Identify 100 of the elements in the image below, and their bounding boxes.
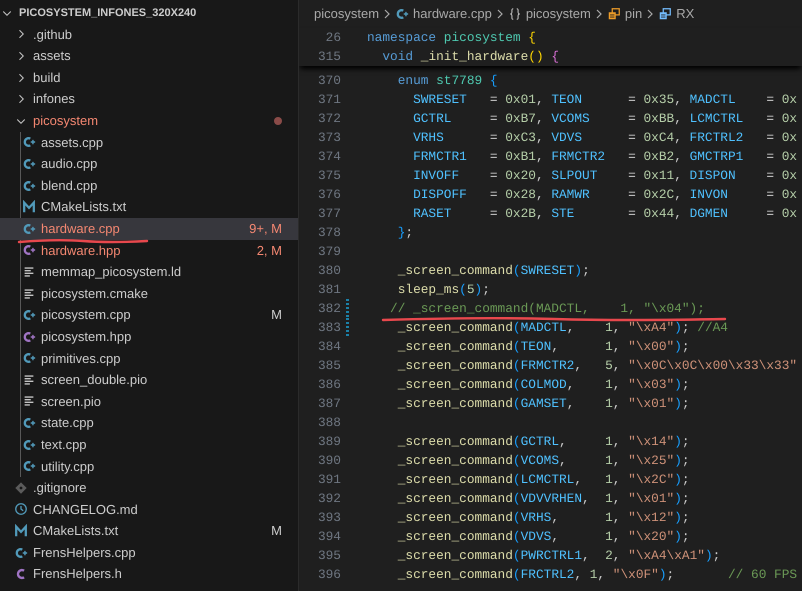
code-line: FRMCTR1 = 0xB1, FRMCTR2 = 0xB2, GMCTRP1 = 0x xyxy=(412,148,798,166)
diamond-icon xyxy=(14,480,28,495)
file-item[interactable]: picosystem.hpp xyxy=(0,326,298,348)
file-item[interactable]: CMakeLists.txt M xyxy=(0,520,298,542)
line-number: 383 xyxy=(316,318,341,337)
code-line: SWRESET = 0x01, TEON = 0x35, MADCTL = 0x xyxy=(412,90,798,109)
file-item[interactable]: state.cpp xyxy=(0,412,298,434)
code-line: _screen_command(PWRCTRL1, 2, "\xA4\xA1"); xyxy=(396,546,720,565)
line-number: 388 xyxy=(316,414,341,432)
code-line: _screen_command(FRCTRL2, 1, "\x0F"); // 60 FPS xyxy=(396,566,798,584)
line-number: 378 xyxy=(316,224,341,242)
line-number: 391 xyxy=(316,470,341,489)
breadcrumb-item[interactable]: pin xyxy=(606,4,642,24)
line-number: 384 xyxy=(316,338,341,356)
line-number: 389 xyxy=(316,432,341,451)
braces-icon xyxy=(508,7,522,21)
c-plus-icon xyxy=(22,178,36,193)
c-plus-icon xyxy=(22,156,36,171)
breadcrumb-item[interactable]: hardware.cpp xyxy=(395,4,492,24)
folder-item[interactable]: .github xyxy=(0,24,298,46)
c-plus-icon xyxy=(14,546,28,560)
line-number: 396 xyxy=(316,566,341,584)
file-item[interactable]: CMakeLists.txt xyxy=(0,196,298,218)
line-number: 379 xyxy=(316,242,341,261)
file-item[interactable]: memmap_picosystem.ld xyxy=(0,261,298,283)
c-plus-icon xyxy=(22,308,36,322)
file-item[interactable]: FrensHelpers.cpp xyxy=(0,542,298,564)
code-line: void _init_hardware() { xyxy=(381,48,559,66)
code-line: _screen_command(TEON, 1, "\x00"); xyxy=(396,338,690,356)
code-line: DISPOFF = 0x28, RAMWR = 0x2C, INVON = 0x xyxy=(412,186,798,204)
stacked-squares-icon xyxy=(658,7,672,21)
file-item[interactable]: .gitignore xyxy=(0,477,298,499)
chevron-icon xyxy=(494,8,505,20)
line-number: 393 xyxy=(316,508,341,527)
status-label: 9+, M xyxy=(248,220,282,238)
lines-icon xyxy=(22,286,36,301)
folder-item[interactable]: picosystem xyxy=(0,110,298,132)
c-plus-icon xyxy=(22,135,36,150)
code-line: VRHS = 0xC3, VDVS = 0xC4, FRCTRL2 = 0x xyxy=(412,128,798,147)
code-line: RASET = 0x2B, STE = 0x44, DGMEN = 0x xyxy=(412,204,798,223)
file-item[interactable]: screen_double.pio xyxy=(0,369,298,391)
code-line: INVOFF = 0x20, SLPOUT = 0x11, DISPON = 0x xyxy=(412,166,798,185)
c-plus-icon xyxy=(22,416,36,430)
file-item[interactable]: blend.cpp xyxy=(0,174,298,196)
chevron-icon xyxy=(382,8,392,20)
folder-item[interactable]: build xyxy=(0,66,298,88)
c-plus-icon xyxy=(22,222,36,236)
lines-icon xyxy=(22,372,36,387)
code-line: _screen_command(VRHS, 1, "\x12"); xyxy=(396,508,690,527)
line-number: 315 xyxy=(316,48,341,66)
status-label: M xyxy=(270,522,282,540)
line-number: 376 xyxy=(316,186,341,204)
code-line: _screen_command(MADCTL, 1, "\xA4"); //A4 xyxy=(396,318,728,337)
code-line: _screen_command(GAMSET, 1, "\x01"); xyxy=(396,394,690,413)
code-line: sleep_ms(5); xyxy=(396,280,490,299)
folder-item[interactable]: assets xyxy=(0,45,298,67)
line-number: 375 xyxy=(316,166,341,185)
file-item[interactable]: picosystem.cpp M xyxy=(0,304,298,326)
file-item[interactable]: screen.pio xyxy=(0,390,298,412)
file-item[interactable]: CHANGELOG.md xyxy=(0,498,298,520)
line-number: 372 xyxy=(316,110,341,128)
breadcrumb-item[interactable]: picosystem xyxy=(508,4,591,24)
c-plus-icon xyxy=(22,330,36,344)
line-number: 382 xyxy=(316,300,341,318)
breadcrumb-item[interactable]: RX xyxy=(658,4,694,24)
folder-item[interactable]: infones xyxy=(0,88,298,110)
code-line: _screen_command(GCTRL, 1, "\x14"); xyxy=(396,432,690,451)
file-item[interactable]: audio.cpp xyxy=(0,153,298,175)
file-item[interactable]: text.cpp xyxy=(0,434,298,456)
m-icon xyxy=(22,200,36,214)
line-number: 387 xyxy=(316,394,341,413)
file-item[interactable]: primitives.cpp xyxy=(0,348,298,370)
explorer-root[interactable]: PICOSYSTEM_INFONES_320X240 xyxy=(0,2,298,24)
line-number: 381 xyxy=(316,280,341,299)
c-plus-icon xyxy=(22,243,36,258)
line-number: 386 xyxy=(316,376,341,394)
c-plus-icon xyxy=(395,7,410,21)
breadcrumb-item[interactable]: picosystem xyxy=(314,4,380,24)
file-item[interactable]: picosystem.cmake xyxy=(0,282,298,304)
chevron-icon xyxy=(645,8,656,20)
c-plus-icon xyxy=(22,459,36,474)
file-item[interactable]: utility.cpp xyxy=(0,455,298,478)
clock-icon xyxy=(14,502,28,516)
line-number: 392 xyxy=(316,490,341,508)
line-number: 373 xyxy=(316,128,341,147)
line-number: 380 xyxy=(316,262,341,280)
line-number: 374 xyxy=(316,148,341,166)
file-item[interactable]: hardware.hpp 2, M xyxy=(0,240,298,262)
status-label: 2, M xyxy=(256,242,282,260)
code-line: _screen_command(VDVVRHEN, 1, "\x01"); xyxy=(396,490,690,508)
code-line: _screen_command(LCMCTRL, 1, "\x2C"); xyxy=(396,470,690,489)
code-line: GCTRL = 0xB7, VCOMS = 0xBB, LCMCTRL = 0x xyxy=(412,110,798,128)
c-plus-icon xyxy=(22,351,36,366)
file-item[interactable]: FrensHelpers.h xyxy=(0,563,298,586)
code-line: // _screen_command(MADCTL, 1, "\x04"); xyxy=(389,300,705,318)
file-item[interactable]: assets.cpp xyxy=(0,132,298,154)
code-line: _screen_command(VCOMS, 1, "\x25"); xyxy=(396,452,690,470)
line-number: 390 xyxy=(316,452,341,470)
code-line: _screen_command(VDVS, 1, "\x20"); xyxy=(396,528,690,546)
line-number: 377 xyxy=(316,204,341,223)
